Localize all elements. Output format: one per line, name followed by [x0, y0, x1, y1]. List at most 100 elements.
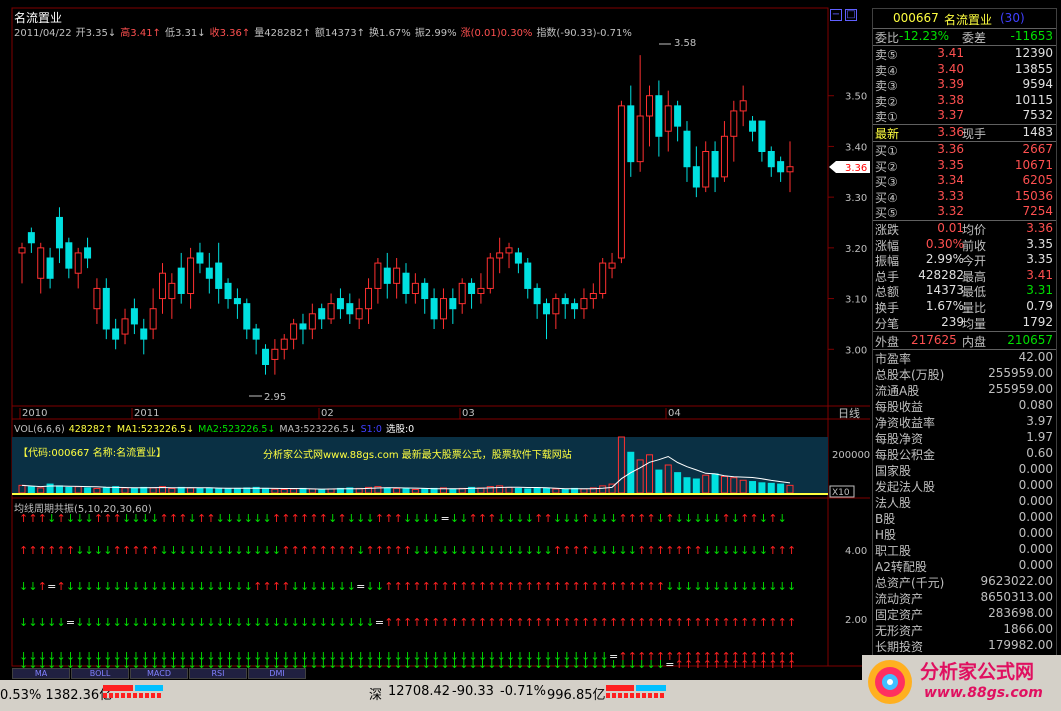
status-bar-graph-1 — [103, 685, 163, 699]
buy-level-label: 买⑤ — [875, 206, 898, 221]
resonance-arrow: ↓ — [319, 616, 328, 629]
stat-value: 0.30% — [925, 236, 964, 251]
resonance-arrow: ↓ — [375, 580, 384, 593]
resonance-arrow: ↓ — [684, 580, 693, 593]
resonance-arrow: ↑ — [141, 544, 150, 557]
resonance-arrow: ↓ — [609, 658, 618, 671]
resonance-arrow: ↑ — [750, 658, 759, 671]
candle-body — [74, 252, 82, 274]
resonance-arrow: ↓ — [94, 544, 103, 557]
resonance-arrow: ↓ — [590, 512, 599, 525]
buy-price: 3.34 — [937, 173, 964, 188]
resonance-arrow: ↓ — [759, 580, 768, 593]
resonance-arrow: ↓ — [216, 616, 225, 629]
volume-bar — [702, 474, 710, 494]
resonance-arrow: ↓ — [188, 580, 197, 593]
volume-bar — [290, 488, 298, 494]
resonance-arrow: ↓ — [731, 544, 740, 557]
stat-label-2: 今开 — [962, 254, 987, 269]
resonance-arrow: ↓ — [300, 580, 309, 593]
resonance-arrow: ↑ — [253, 580, 262, 593]
time-label-02: 02 — [321, 408, 334, 419]
fundamental-label: 发起法人股 — [875, 480, 936, 494]
volume-legend-item: 选股:0 — [385, 424, 415, 435]
resonance-arrow: ↑ — [403, 544, 412, 557]
resonance-arrow: ↑ — [328, 544, 337, 557]
stat-row: 涨幅 0.30% 前收 3.35 — [873, 237, 1056, 253]
chart-controls: − □ — [828, 9, 868, 23]
resonance-arrow: ↓ — [534, 544, 543, 557]
period-label[interactable]: 日线 — [838, 406, 860, 420]
resonance-arrow: ↓ — [131, 580, 140, 593]
tab-rsi[interactable]: RSI — [189, 668, 247, 679]
tab-macd[interactable]: MACD — [130, 668, 188, 679]
candle-body — [758, 120, 766, 152]
fundamental-value: 179982.00 — [988, 638, 1053, 652]
resonance-arrow: ↓ — [712, 512, 721, 525]
resonance-arrow: ↑ — [281, 580, 290, 593]
candle-body — [187, 257, 195, 294]
fundamental-row: 每股收益 0.080 — [873, 398, 1056, 414]
tab-boll[interactable]: BOLL — [71, 668, 129, 679]
resonance-arrow: ↓ — [412, 512, 421, 525]
volume-bar — [383, 487, 391, 494]
candle-body — [402, 272, 410, 295]
sell-volume: 10115 — [1014, 92, 1053, 107]
resonance-arrow: ↓ — [75, 616, 84, 629]
fundamental-row: A2转配股 0.000 — [873, 558, 1056, 574]
resonance-arrow: ↑ — [28, 544, 37, 557]
candle-body — [252, 328, 260, 340]
tab-ma[interactable]: MA — [12, 668, 70, 679]
volume-bar — [102, 486, 110, 494]
fundamental-label: A2转配股 — [875, 560, 927, 574]
chart-expand-button[interactable]: □ — [845, 9, 857, 21]
resonance-arrow: ↑ — [675, 658, 684, 671]
resonance-arrow: ↓ — [347, 658, 356, 671]
chart-minus-button[interactable]: − — [830, 9, 842, 21]
resonance-arrow: ↓ — [85, 616, 94, 629]
candle-body — [65, 242, 73, 269]
brand-logo[interactable]: 分析家公式网 www.88gs.com — [862, 655, 1061, 711]
fundamental-value: 283698.00 — [988, 606, 1053, 620]
resonance-arrow: ↑ — [553, 580, 562, 593]
resonance-arrow: ↓ — [188, 616, 197, 629]
resonance-arrow: ↓ — [431, 544, 440, 557]
volume-bar — [55, 485, 63, 494]
resonance-arrow: ↓ — [225, 544, 234, 557]
resonance-arrow: ↑ — [562, 616, 571, 629]
volume-bar — [711, 473, 719, 494]
header-item: 开3.35↓ — [75, 28, 117, 39]
stat-label: 总手 — [875, 269, 900, 284]
fundamental-row: 每股公积金 0.60 — [873, 446, 1056, 462]
brand-name: 分析家公式网 — [920, 661, 1035, 683]
stat-label-2: 量比 — [962, 301, 987, 315]
sell-volume: 7532 — [1022, 108, 1053, 123]
resonance-arrow: ↑ — [459, 616, 468, 629]
header-item: 高3.41↑ — [120, 28, 161, 39]
tab-dmi[interactable]: DMI — [248, 668, 306, 679]
buy-order-row: 买⑤ 3.32 7254 — [873, 204, 1056, 220]
candle-body — [617, 105, 625, 259]
candle-body — [505, 247, 513, 254]
resonance-arrow: ↑ — [384, 616, 393, 629]
resonance-arrow: ↓ — [534, 658, 543, 671]
stat-value: 1.67% — [925, 299, 964, 313]
resonance-arrow: ↑ — [618, 512, 627, 525]
volume-bar — [130, 487, 138, 494]
stat-row: 总手 428282 最高 3.41 — [873, 268, 1056, 284]
candle-body — [140, 328, 148, 340]
resonance-arrow: ↓ — [693, 512, 702, 525]
resonance-arrow: ↓ — [206, 616, 215, 629]
candle-body — [421, 282, 429, 300]
resonance-arrow: ↑ — [525, 616, 534, 629]
resonance-arrow: ↑ — [647, 616, 656, 629]
resonance-axis-label-2: 2.00 — [845, 615, 867, 626]
sell-level-label: 卖③ — [875, 79, 898, 94]
resonance-arrow: ↑ — [656, 616, 665, 629]
time-label-2011: 2011 — [134, 408, 159, 419]
resonance-arrow: ↓ — [712, 580, 721, 593]
resonance-arrow: ↓ — [244, 544, 253, 557]
volume-bar — [730, 477, 738, 494]
volume-bar — [636, 459, 644, 494]
resonance-arrow: ↓ — [450, 544, 459, 557]
